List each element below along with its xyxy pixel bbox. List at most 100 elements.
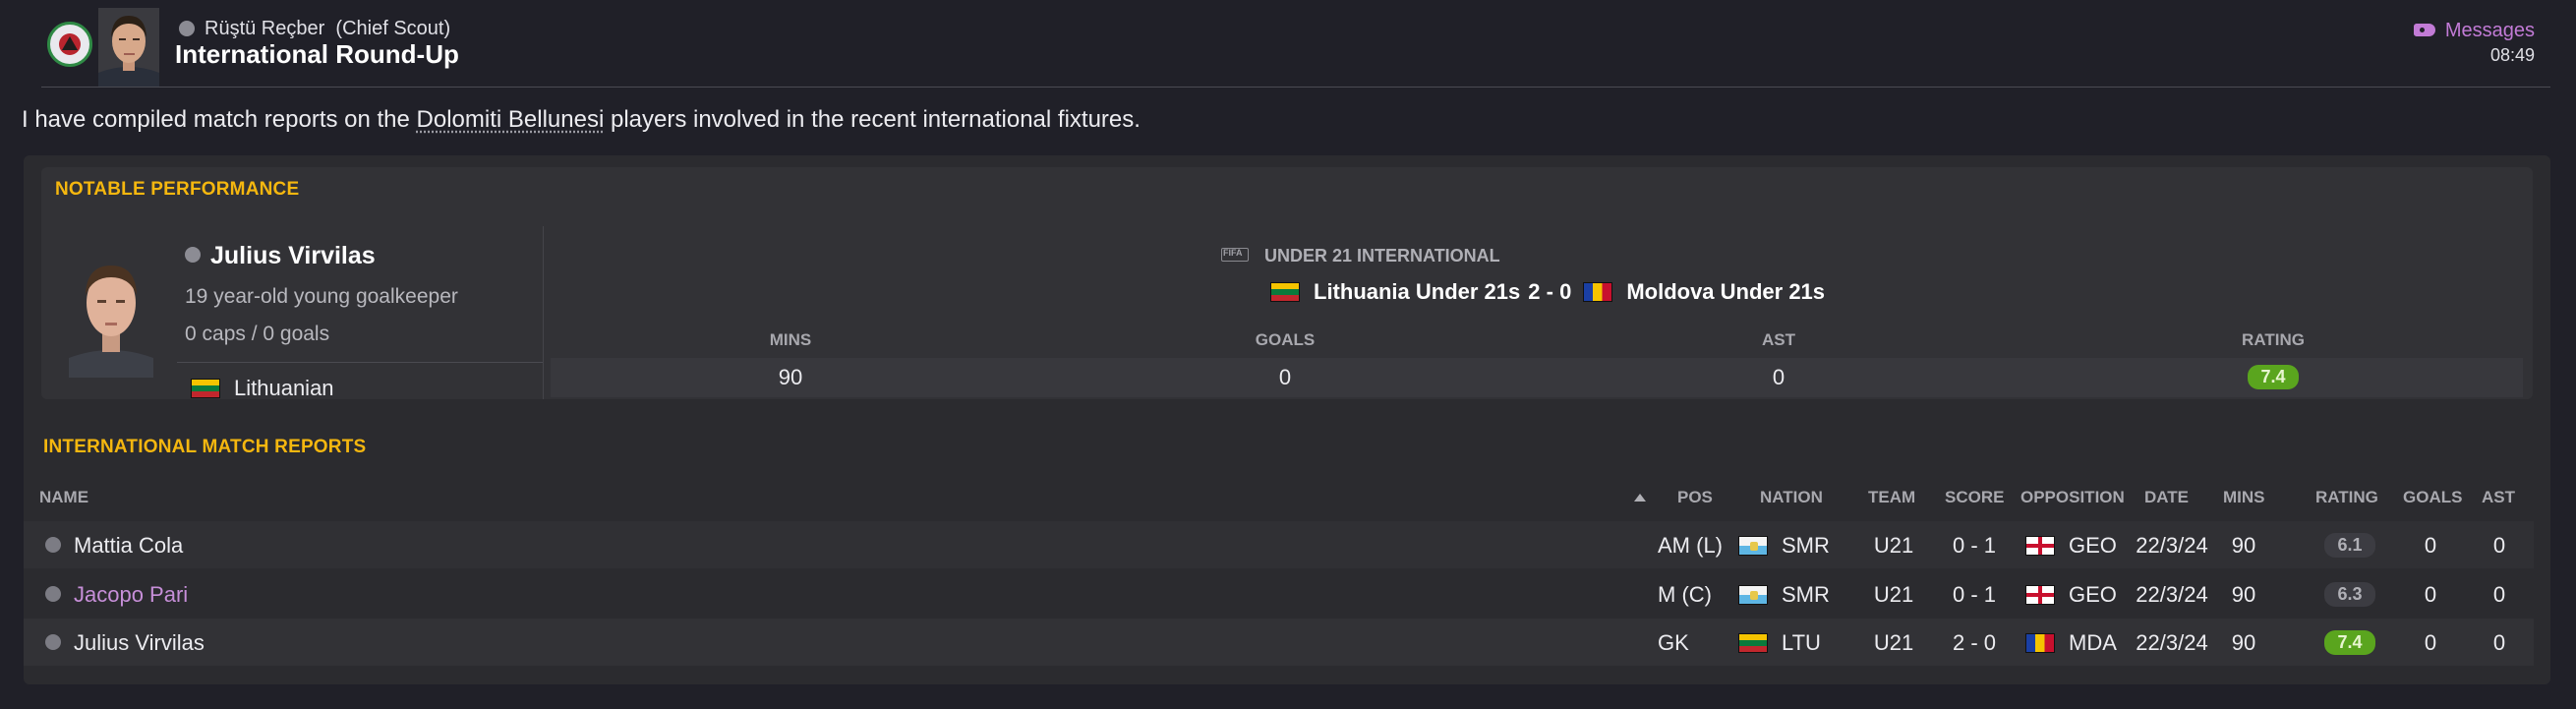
match-score: 2 - 0 <box>1528 279 1572 304</box>
row-name[interactable]: Jacopo Pari <box>74 582 188 608</box>
intro-after: players involved in the recent internati… <box>604 106 1141 133</box>
stat-header-goals: GOALS <box>1255 330 1316 349</box>
row-team: U21 <box>1873 582 1914 607</box>
row-rating: 6.3 <box>2324 580 2375 607</box>
row-rating: 6.1 <box>2324 531 2375 558</box>
row-opposition-code: MDA <box>2069 630 2117 655</box>
stat-header-mins: MINS <box>769 330 812 349</box>
row-nation[interactable]: LTU <box>1738 630 1821 656</box>
row-mins: 90 <box>2231 630 2256 655</box>
stat-ast: 0 <box>1772 365 1786 389</box>
flag-ltu-icon <box>1270 282 1300 302</box>
col-ast[interactable]: AST <box>2482 488 2515 507</box>
row-opposition-code: GEO <box>2069 582 2117 607</box>
rating-badge: 7.4 <box>2248 365 2299 389</box>
messages-link[interactable]: Messages <box>2413 20 2535 42</box>
row-pos: M (C) <box>1658 582 1712 607</box>
flag-geo-icon <box>2025 536 2055 556</box>
report-panel: NOTABLE PERFORMANCE Julius Virvilas 19 y… <box>24 155 2550 684</box>
row-opposition[interactable]: GEO <box>2025 533 2117 559</box>
row-nation-code: SMR <box>1782 582 1830 607</box>
sender-name[interactable]: Rüştü Reçber <box>205 18 324 39</box>
player-name[interactable]: Julius Virvilas <box>185 242 376 270</box>
rating-badge: 6.3 <box>2324 582 2375 607</box>
message-time: 08:49 <box>2489 45 2535 65</box>
col-pos[interactable]: POS <box>1677 488 1713 507</box>
row-goals: 0 <box>2424 582 2437 607</box>
player-photo[interactable] <box>69 246 153 378</box>
stat-header-ast: AST <box>1762 330 1795 349</box>
row-date: 22/3/24 <box>2136 582 2208 607</box>
home-team[interactable]: Lithuania Under 21s <box>1314 279 1520 304</box>
row-opposition-code: GEO <box>2069 533 2117 558</box>
row-mins: 90 <box>2231 582 2256 607</box>
competition-label[interactable]: UNDER 21 INTERNATIONAL <box>1221 246 1713 266</box>
row-score[interactable]: 2 - 0 <box>1953 630 1996 656</box>
tag-icon <box>2413 24 2435 36</box>
reports-title: INTERNATIONAL MATCH REPORTS <box>43 437 367 457</box>
row-nation-code: LTU <box>1782 630 1821 655</box>
col-name[interactable]: NAME <box>39 488 88 507</box>
player-caps: 0 caps / 0 goals <box>185 323 330 345</box>
row-nation[interactable]: SMR <box>1738 533 1830 559</box>
row-ast: 0 <box>2492 630 2506 655</box>
sender-line: Rüştü Reçber (Chief Scout) <box>179 18 450 40</box>
row-team: U21 <box>1873 533 1914 558</box>
table-row[interactable]: Mattia Cola AM (L) SMR U21 0 - 1 GEO 22/… <box>24 521 2534 568</box>
row-pos: AM (L) <box>1658 533 1723 558</box>
flag-smr-icon <box>1738 536 1768 556</box>
row-nation[interactable]: SMR <box>1738 582 1830 608</box>
stat-goals: 0 <box>1278 365 1292 389</box>
row-team: U21 <box>1873 630 1914 655</box>
table-row[interactable]: Julius Virvilas GK LTU U21 2 - 0 MDA 22/… <box>24 619 2534 666</box>
messages-label[interactable]: Messages <box>2445 20 2535 41</box>
message-header: Rüştü Reçber (Chief Scout) International… <box>0 0 2576 87</box>
row-ast: 0 <box>2492 582 2506 607</box>
col-goals[interactable]: GOALS <box>2403 488 2462 507</box>
person-icon <box>185 247 201 263</box>
person-icon <box>45 634 61 650</box>
stat-rating: 7.4 <box>2248 363 2299 389</box>
col-date[interactable]: DATE <box>2144 488 2189 507</box>
row-score[interactable]: 0 - 1 <box>1953 533 1996 559</box>
player-description: 19 year-old young goalkeeper <box>185 285 458 308</box>
away-team[interactable]: Moldova Under 21s <box>1626 279 1825 304</box>
message-title: International Round-Up <box>175 39 459 69</box>
col-score[interactable]: SCORE <box>1945 488 2004 507</box>
col-nation[interactable]: NATION <box>1760 488 1823 507</box>
flag-geo-icon <box>2025 585 2055 605</box>
col-mins[interactable]: MINS <box>2223 488 2265 507</box>
flag-mda-icon <box>1583 282 1613 302</box>
nationality-label: Lithuanian <box>234 376 334 400</box>
player-name-text[interactable]: Julius Virvilas <box>210 242 376 269</box>
nationality-divider <box>177 362 543 363</box>
row-opposition[interactable]: GEO <box>2025 582 2117 608</box>
notable-title: NOTABLE PERFORMANCE <box>55 179 300 200</box>
row-nation-code: SMR <box>1782 533 1830 558</box>
col-opposition[interactable]: OPPOSITION <box>2020 488 2125 507</box>
row-score[interactable]: 0 - 1 <box>1953 582 1996 608</box>
sender-avatar[interactable] <box>98 8 159 87</box>
col-team[interactable]: TEAM <box>1868 488 1915 507</box>
row-name[interactable]: Mattia Cola <box>74 533 183 559</box>
flag-ltu-icon <box>1738 633 1768 653</box>
flag-mda-icon <box>2025 633 2055 653</box>
match-result[interactable]: Lithuania Under 21s 2 - 0 Moldova Under 21… <box>1270 279 1825 305</box>
person-icon <box>45 586 61 602</box>
row-pos: GK <box>1658 630 1689 655</box>
col-rating[interactable]: RATING <box>2315 488 2378 507</box>
table-row[interactable]: Jacopo Pari M (C) SMR U21 0 - 1 GEO 22/3… <box>24 570 2534 618</box>
row-rating: 7.4 <box>2324 628 2375 655</box>
intro-before: I have compiled match reports on the <box>22 106 417 133</box>
row-opposition[interactable]: MDA <box>2025 630 2117 656</box>
row-goals: 0 <box>2424 533 2437 558</box>
vertical-divider <box>543 226 544 399</box>
row-goals: 0 <box>2424 630 2437 655</box>
player-nationality[interactable]: Lithuanian <box>191 376 334 401</box>
person-icon <box>45 537 61 553</box>
row-name[interactable]: Julius Virvilas <box>74 630 205 656</box>
sort-ascending-icon[interactable] <box>1634 494 1646 502</box>
club-badge-icon[interactable] <box>47 22 92 67</box>
flag-ltu-icon <box>191 379 220 398</box>
club-link[interactable]: Dolomiti Bellunesi <box>417 106 605 133</box>
